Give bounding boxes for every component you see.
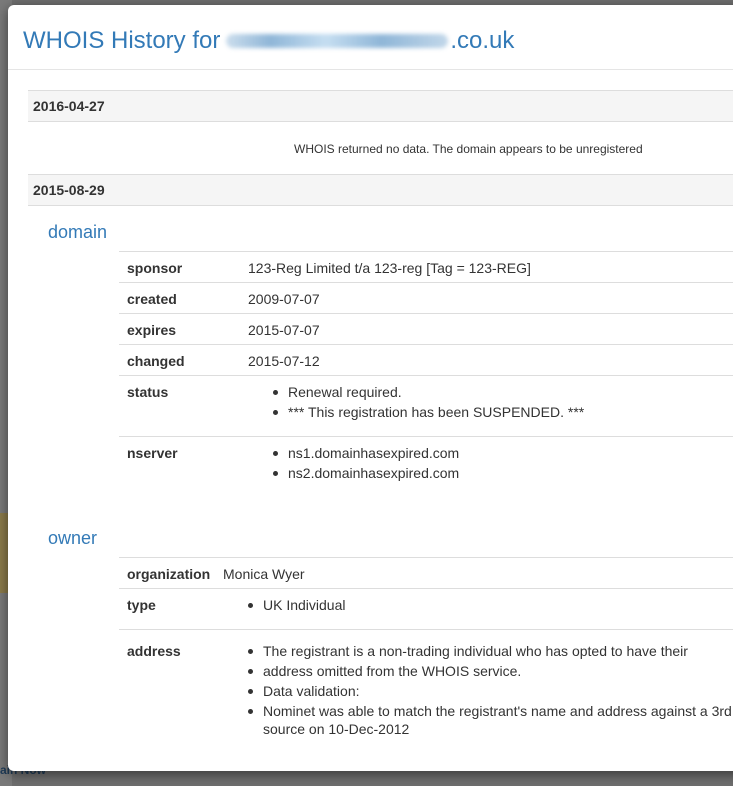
list-item: *** This registration has been SUSPENDED…	[273, 402, 584, 422]
changed-value: 2015-07-12	[248, 353, 320, 369]
list-item: Renewal required.	[273, 382, 584, 402]
address-label: address	[127, 643, 181, 659]
list-item: Nominet was able to match the registrant…	[248, 701, 733, 721]
whois-history-modal: WHOIS History for .co.uk 2016-04-27 WHOIS…	[8, 5, 733, 771]
list-item: The registrant is a non-trading individu…	[248, 641, 733, 661]
sponsor-label: sponsor	[127, 260, 183, 276]
no-data-message: WHOIS returned no data. The domain appea…	[294, 142, 643, 156]
domain-section-heading: domain	[48, 222, 108, 242]
owner-section-heading: owner	[48, 528, 98, 548]
owner-organization-row: organization Monica Wyer	[119, 557, 733, 589]
modal-title-prefix: WHOIS History for	[23, 27, 221, 54]
address-list: The registrant is a non-trading individu…	[248, 641, 733, 721]
list-item: Data validation:	[248, 681, 733, 701]
organization-value: Monica Wyer	[223, 566, 305, 582]
changed-label: changed	[127, 353, 185, 369]
domain-nserver-row: nserver ns1.domainhasexpired.com ns2.dom…	[119, 436, 733, 497]
list-item: address omitted from the WHOIS service.	[248, 661, 733, 681]
address-continuation: source on 10-Dec-2012	[263, 721, 410, 737]
modal-header: WHOIS History for .co.uk	[8, 5, 733, 70]
domain-status-row: status Renewal required. *** This regist…	[119, 375, 733, 437]
domain-expires-row: expires 2015-07-07	[119, 313, 733, 345]
type-label: type	[127, 597, 156, 613]
list-item: ns2.domainhasexpired.com	[273, 463, 459, 483]
expires-value: 2015-07-07	[248, 322, 320, 338]
history-date: 2015-08-29	[33, 182, 105, 198]
status-list: Renewal required. *** This registration …	[273, 382, 584, 422]
owner-address-row: address The registrant is a non-trading …	[119, 629, 733, 750]
created-value: 2009-07-07	[248, 291, 320, 307]
sponsor-value: 123-Reg Limited t/a 123-reg [Tag = 123-R…	[248, 260, 531, 276]
history-date-row: 2015-08-29	[28, 174, 733, 206]
modal-title: WHOIS History for .co.uk	[23, 27, 514, 55]
list-item: ns1.domainhasexpired.com	[273, 443, 459, 463]
organization-label: organization	[127, 566, 211, 582]
nserver-list: ns1.domainhasexpired.com ns2.domainhasex…	[273, 443, 459, 483]
expires-label: expires	[127, 322, 177, 338]
type-list: UK Individual	[248, 595, 346, 615]
history-date: 2016-04-27	[33, 98, 105, 114]
domain-changed-row: changed 2015-07-12	[119, 344, 733, 376]
status-label: status	[127, 384, 169, 400]
owner-type-row: type UK Individual	[119, 588, 733, 630]
redacted-domain-name	[226, 33, 449, 48]
nserver-label: nserver	[127, 445, 178, 461]
list-item: UK Individual	[248, 595, 346, 615]
created-label: created	[127, 291, 177, 307]
domain-created-row: created 2009-07-07	[119, 282, 733, 314]
history-date-row: 2016-04-27	[28, 90, 733, 122]
modal-title-suffix: .co.uk	[450, 27, 515, 54]
domain-sponsor-row: sponsor 123-Reg Limited t/a 123-reg [Tag…	[119, 251, 733, 283]
